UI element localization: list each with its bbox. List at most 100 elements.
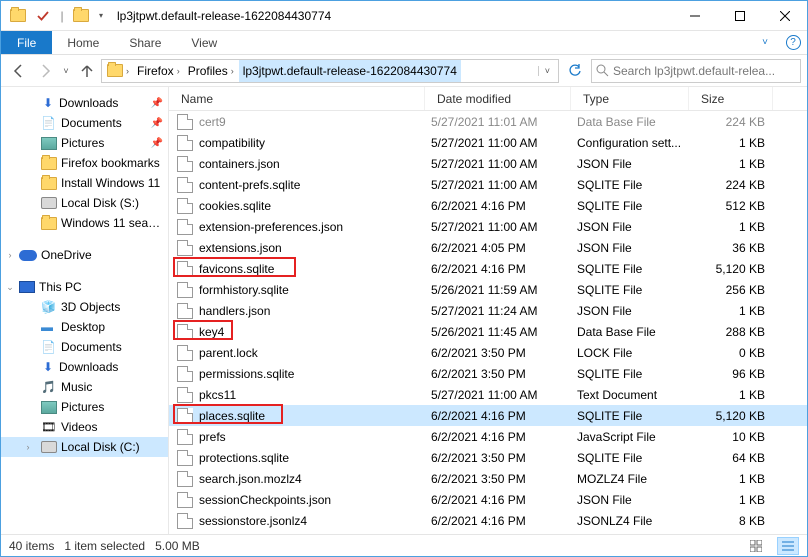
col-type[interactable]: Type bbox=[571, 87, 689, 110]
file-size: 36 KB bbox=[695, 241, 773, 255]
file-list[interactable]: cert95/27/2021 11:01 AMData Base File224… bbox=[169, 111, 807, 534]
properties-button[interactable] bbox=[32, 5, 54, 27]
expand-icon[interactable]: › bbox=[23, 442, 33, 452]
nav-documents[interactable]: 📄Documents📌 bbox=[1, 113, 168, 133]
file-row[interactable]: pkcs115/27/2021 11:00 AMText Document1 K… bbox=[169, 384, 807, 405]
window-controls bbox=[672, 1, 807, 30]
search-placeholder: Search lp3jtpwt.default-relea... bbox=[613, 64, 775, 78]
up-button[interactable] bbox=[75, 59, 99, 83]
file-size: 96 KB bbox=[695, 367, 773, 381]
file-row[interactable]: search.json.mozlz46/2/2021 3:50 PMMOZLZ4… bbox=[169, 468, 807, 489]
nav-local-disk-c[interactable]: ›Local Disk (C:) bbox=[1, 437, 168, 457]
breadcrumb-current[interactable]: lp3jtpwt.default-release-1622084430774 bbox=[239, 60, 461, 82]
file-name: places.sqlite bbox=[199, 409, 431, 423]
file-row[interactable]: handlers.json5/27/2021 11:24 AMJSON File… bbox=[169, 300, 807, 321]
navigation-pane[interactable]: ⬇Downloads📌 📄Documents📌 Pictures📌 Firefo… bbox=[1, 87, 169, 534]
breadcrumb-dropdown[interactable]: ˅ bbox=[538, 66, 556, 76]
file-date: 5/26/2021 11:45 AM bbox=[431, 325, 577, 339]
file-row[interactable]: cert95/27/2021 11:01 AMData Base File224… bbox=[169, 111, 807, 132]
view-details-button[interactable] bbox=[777, 537, 799, 555]
file-size: 10 KB bbox=[695, 430, 773, 444]
nav-onedrive[interactable]: ›OneDrive bbox=[1, 245, 168, 265]
nav-pictures-2[interactable]: Pictures bbox=[1, 397, 168, 417]
nav-windows-11[interactable]: Windows 11 search bbox=[1, 213, 168, 233]
file-row[interactable]: sessionCheckpoints.json6/2/2021 4:16 PMJ… bbox=[169, 489, 807, 510]
file-row[interactable]: places.sqlite6/2/2021 4:16 PMSQLITE File… bbox=[169, 405, 807, 426]
file-size: 0 KB bbox=[695, 346, 773, 360]
file-row[interactable]: key45/26/2021 11:45 AMData Base File288 … bbox=[169, 321, 807, 342]
breadcrumb-seg-profiles[interactable]: Profiles› bbox=[185, 60, 239, 82]
document-icon: 📄 bbox=[41, 116, 57, 130]
breadcrumb[interactable]: › Firefox› Profiles› lp3jtpwt.default-re… bbox=[101, 59, 559, 83]
file-name: search.json.mozlz4 bbox=[199, 472, 431, 486]
file-row[interactable]: sessionstore.jsonlz46/2/2021 4:16 PMJSON… bbox=[169, 510, 807, 531]
nav-music[interactable]: 🎵Music bbox=[1, 377, 168, 397]
file-name: handlers.json bbox=[199, 304, 431, 318]
qat-separator: | bbox=[57, 5, 67, 27]
file-size: 1 KB bbox=[695, 388, 773, 402]
file-row[interactable]: formhistory.sqlite5/26/2021 11:59 AMSQLI… bbox=[169, 279, 807, 300]
file-date: 5/27/2021 11:24 AM bbox=[431, 304, 577, 318]
nav-3d-objects[interactable]: 🧊3D Objects bbox=[1, 297, 168, 317]
nav-documents-2[interactable]: 📄Documents bbox=[1, 337, 168, 357]
col-name[interactable]: Name bbox=[169, 87, 425, 110]
file-type: JavaScript File bbox=[577, 430, 695, 444]
file-list-pane: Name Date modified Type Size cert95/27/2… bbox=[169, 87, 807, 534]
file-row[interactable]: favicons.sqlite6/2/2021 4:16 PMSQLITE Fi… bbox=[169, 258, 807, 279]
file-name: pkcs11 bbox=[199, 388, 431, 402]
file-row[interactable]: cookies.sqlite6/2/2021 4:16 PMSQLITE Fil… bbox=[169, 195, 807, 216]
file-row[interactable]: content-prefs.sqlite5/27/2021 11:00 AMSQ… bbox=[169, 174, 807, 195]
file-tab[interactable]: File bbox=[1, 31, 52, 54]
file-row[interactable]: permissions.sqlite6/2/2021 3:50 PMSQLITE… bbox=[169, 363, 807, 384]
col-date[interactable]: Date modified bbox=[425, 87, 571, 110]
file-row[interactable]: extension-preferences.json5/27/2021 11:0… bbox=[169, 216, 807, 237]
file-row[interactable]: protections.sqlite6/2/2021 3:50 PMSQLITE… bbox=[169, 447, 807, 468]
status-size: 5.00 MB bbox=[155, 539, 200, 553]
nav-this-pc[interactable]: ⌄This PC bbox=[1, 277, 168, 297]
file-size: 1 KB bbox=[695, 472, 773, 486]
breadcrumb-seg-firefox[interactable]: Firefox› bbox=[134, 60, 185, 82]
maximize-button[interactable] bbox=[717, 1, 762, 30]
nav-desktop[interactable]: ▬Desktop bbox=[1, 317, 168, 337]
file-row[interactable]: prefs6/2/2021 4:16 PMJavaScript File10 K… bbox=[169, 426, 807, 447]
nav-pictures[interactable]: Pictures📌 bbox=[1, 133, 168, 153]
forward-button[interactable] bbox=[33, 59, 57, 83]
nav-install-windows[interactable]: Install Windows 11 bbox=[1, 173, 168, 193]
nav-local-disk-s[interactable]: Local Disk (S:) bbox=[1, 193, 168, 213]
tab-home[interactable]: Home bbox=[52, 31, 114, 54]
expand-icon[interactable]: › bbox=[5, 250, 15, 260]
collapse-icon[interactable]: ⌄ bbox=[5, 282, 15, 293]
breadcrumb-root[interactable]: › bbox=[104, 60, 134, 82]
close-button[interactable] bbox=[762, 1, 807, 30]
file-row[interactable]: parent.lock6/2/2021 3:50 PMLOCK File0 KB bbox=[169, 342, 807, 363]
help-button[interactable]: ? bbox=[779, 31, 807, 54]
file-size: 288 KB bbox=[695, 325, 773, 339]
status-item-count: 40 items bbox=[9, 539, 54, 553]
back-button[interactable] bbox=[7, 59, 31, 83]
download-icon: ⬇ bbox=[41, 96, 55, 110]
refresh-button[interactable] bbox=[564, 60, 586, 82]
tab-share[interactable]: Share bbox=[114, 31, 176, 54]
file-row[interactable]: extensions.json6/2/2021 4:05 PMJSON File… bbox=[169, 237, 807, 258]
view-thumbnails-button[interactable] bbox=[745, 537, 767, 555]
folder-icon bbox=[7, 5, 29, 27]
file-row[interactable]: containers.json5/27/2021 11:00 AMJSON Fi… bbox=[169, 153, 807, 174]
nav-downloads-2[interactable]: ⬇Downloads bbox=[1, 357, 168, 377]
recent-locations-button[interactable]: ˅ bbox=[59, 59, 73, 83]
file-type: JSON File bbox=[577, 493, 695, 507]
nav-downloads[interactable]: ⬇Downloads📌 bbox=[1, 93, 168, 113]
ribbon-expand-button[interactable]: ˅ bbox=[751, 31, 779, 54]
file-icon bbox=[177, 429, 193, 445]
search-input[interactable]: Search lp3jtpwt.default-relea... bbox=[591, 59, 801, 83]
tab-view[interactable]: View bbox=[176, 31, 232, 54]
file-name: prefs bbox=[199, 430, 431, 444]
file-name: protections.sqlite bbox=[199, 451, 431, 465]
status-selected: 1 item selected bbox=[64, 539, 145, 553]
minimize-button[interactable] bbox=[672, 1, 717, 30]
qat-dropdown[interactable]: ▾ bbox=[95, 5, 107, 27]
nav-videos[interactable]: 🎞Videos bbox=[1, 417, 168, 437]
file-row[interactable]: compatibility5/27/2021 11:00 AMConfigura… bbox=[169, 132, 807, 153]
nav-firefox-bookmarks[interactable]: Firefox bookmarks bbox=[1, 153, 168, 173]
file-icon bbox=[177, 177, 193, 193]
col-size[interactable]: Size bbox=[689, 87, 773, 110]
